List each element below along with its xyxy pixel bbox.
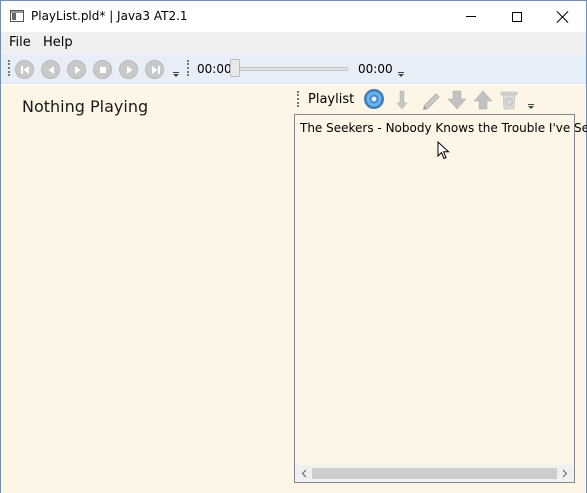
edit-icon[interactable] — [420, 89, 442, 111]
playlist-listbox[interactable]: The Seekers - Nobody Knows the Trouble I… — [294, 114, 587, 483]
previous-button[interactable] — [41, 60, 60, 79]
playlist-toolbar: Playlist — [292, 85, 586, 114]
skip-forward-button[interactable] — [145, 60, 164, 79]
time-elapsed: 00:00 — [197, 62, 232, 76]
delete-icon[interactable] — [498, 89, 520, 111]
now-playing-label: Nothing Playing — [22, 97, 149, 116]
toolbar-overflow-icon[interactable] — [397, 72, 405, 78]
play-icon — [75, 66, 81, 74]
seek-slider-track[interactable] — [232, 67, 348, 71]
list-item[interactable]: The Seekers - Nobody Knows the Trouble I… — [300, 121, 587, 135]
time-total: 00:00 — [358, 62, 393, 76]
toolbar-grip[interactable] — [8, 60, 10, 76]
close-icon — [557, 11, 569, 23]
insert-icon[interactable] — [396, 89, 410, 111]
toolbar-grip[interactable] — [297, 91, 299, 107]
scroll-right-icon[interactable] — [561, 469, 568, 478]
app-window: PlayList.pld* | Java3 AT2.1 File Help 00… — [0, 0, 587, 493]
toolbar-overflow-icon[interactable] — [172, 72, 180, 78]
mouse-cursor-icon — [437, 141, 450, 160]
window-title: PlayList.pld* | Java3 AT2.1 — [31, 9, 188, 23]
player-toolbar: 00:00 00:00 — [1, 54, 586, 84]
now-playing-panel: Nothing Playing — [1, 85, 292, 493]
skip-back-icon — [21, 66, 29, 74]
previous-icon — [48, 66, 54, 74]
title-bar[interactable]: PlayList.pld* | Java3 AT2.1 — [1, 1, 586, 32]
scrollbar-thumb[interactable] — [312, 468, 557, 479]
maximize-icon — [512, 11, 522, 22]
disc-icon[interactable] — [364, 89, 384, 109]
stop-icon — [100, 67, 106, 73]
next-icon — [127, 66, 133, 74]
move-up-icon[interactable] — [472, 89, 494, 111]
scroll-left-icon[interactable] — [301, 469, 308, 478]
menu-help[interactable]: Help — [43, 35, 73, 50]
stop-button[interactable] — [93, 60, 112, 79]
seek-slider-thumb[interactable] — [230, 59, 240, 77]
minimize-icon — [466, 16, 476, 17]
menu-file[interactable]: File — [9, 35, 31, 50]
minimize-button[interactable] — [448, 1, 494, 32]
move-down-icon[interactable] — [446, 89, 468, 111]
playlist-label: Playlist — [308, 92, 355, 107]
maximize-button[interactable] — [494, 1, 540, 32]
close-button[interactable] — [540, 1, 586, 32]
toolbar-overflow-icon[interactable] — [527, 104, 535, 110]
next-button[interactable] — [119, 60, 138, 79]
menu-bar: File Help — [1, 32, 586, 54]
toolbar-grip[interactable] — [187, 60, 189, 76]
skip-forward-icon — [152, 66, 160, 74]
play-button[interactable] — [67, 60, 86, 79]
skip-back-button[interactable] — [15, 60, 34, 79]
app-window-icon — [10, 10, 24, 22]
horizontal-scrollbar[interactable] — [295, 465, 574, 482]
